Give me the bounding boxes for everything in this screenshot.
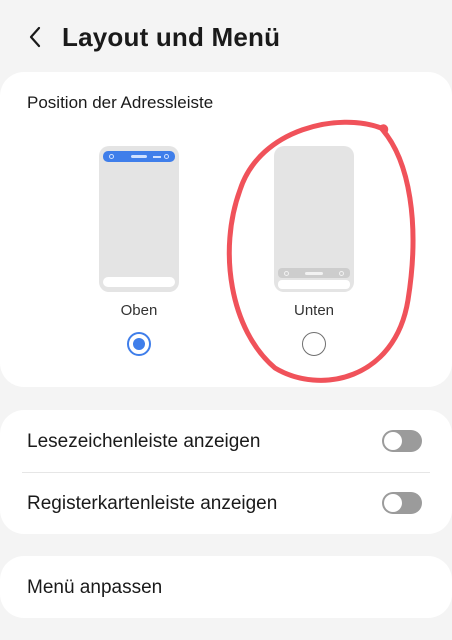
phone-preview-top [99,146,179,292]
back-button[interactable] [18,20,52,54]
address-bar-position-card: Position der Adressleiste Oben Unten [0,72,452,387]
address-bar-preview [278,268,350,278]
chevron-left-icon [29,26,41,48]
radio-bottom[interactable] [302,332,326,356]
option-top[interactable]: Oben [99,144,179,364]
option-label-top: Oben [120,302,158,319]
toggle-row-tab-bar[interactable]: Registerkartenleiste anzeigen [0,472,452,534]
menu-item-label: Menü anpassen [27,577,163,598]
toggle-row-bookmarks-bar[interactable]: Lesezeichenleiste anzeigen [0,410,452,472]
customize-menu-item[interactable]: Menü anpassen [0,556,452,618]
radio-top[interactable] [127,332,151,356]
toggle-label: Registerkartenleiste anzeigen [27,493,278,514]
option-bottom[interactable]: Unten [274,144,354,364]
section-title: Position der Adressleiste [27,93,214,112]
bookmarks-bar-switch[interactable] [382,430,422,452]
customize-menu-card: Menü anpassen [0,556,452,618]
phone-preview-bottom [274,146,354,292]
tab-bar-switch[interactable] [382,492,422,514]
top-app-bar: Layout und Menü [0,0,452,72]
page-title: Layout und Menü [62,22,281,52]
nav-bar-preview [278,280,350,289]
option-label-bottom: Unten [293,302,335,319]
toggle-label: Lesezeichenleiste anzeigen [27,431,261,452]
nav-bar-preview [103,277,175,287]
address-bar-preview [103,151,175,162]
toggles-card: Lesezeichenleiste anzeigen Registerkarte… [0,410,452,534]
